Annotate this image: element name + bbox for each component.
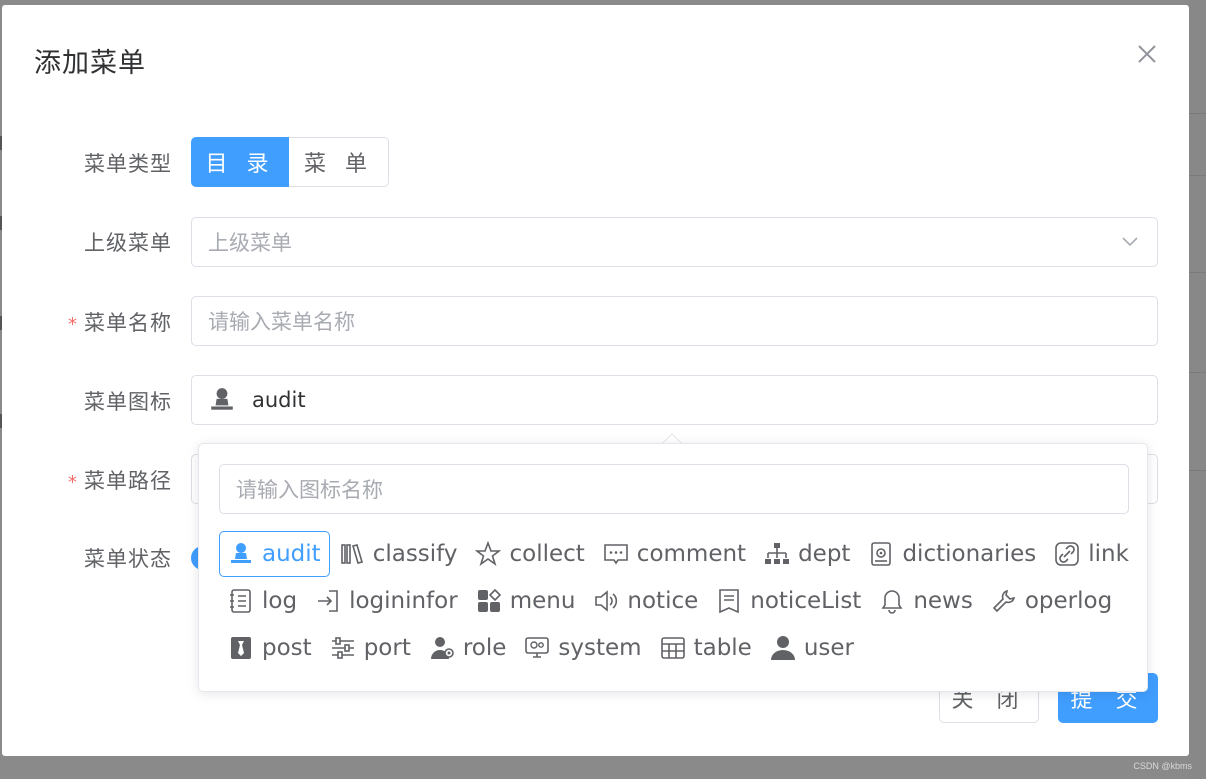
icon-option-system[interactable]: system	[515, 625, 650, 671]
icon-option-label: link	[1088, 540, 1129, 567]
menu-name-placeholder: 请输入菜单名称	[208, 310, 355, 334]
icon-option-table[interactable]: table	[651, 625, 761, 671]
menu-icon-input[interactable]: audit	[191, 375, 1158, 425]
menu-name-label: * 菜单名称	[68, 311, 172, 335]
icon-row: post port role system table user	[219, 624, 1129, 671]
icon-option-collect[interactable]: collect	[466, 531, 593, 577]
background-divider	[1189, 175, 1206, 176]
comment-icon	[603, 543, 628, 564]
menu-icon-label: 菜单图标	[84, 390, 172, 414]
background-page	[1189, 0, 1206, 779]
sliders-icon	[331, 636, 354, 659]
bell-icon	[881, 589, 903, 614]
org-chart-icon	[765, 542, 790, 564]
icon-row: log logininfor menu notice noticeList ne…	[219, 577, 1129, 624]
menu-icon	[477, 588, 501, 612]
classify-icon	[340, 543, 363, 564]
menu-path-label: * 菜单路径	[68, 469, 172, 493]
icon-grid: audit classify collect comment dept dict…	[219, 530, 1129, 671]
chevron-down-icon	[1122, 237, 1138, 247]
icon-option-post[interactable]: post	[219, 625, 321, 671]
icon-option-role[interactable]: role	[420, 625, 516, 671]
icon-option-log[interactable]: log	[219, 578, 306, 624]
icon-option-logininfor[interactable]: logininfor	[306, 578, 467, 624]
icon-option-label: notice	[627, 587, 699, 614]
icon-option-menu[interactable]: menu	[467, 578, 585, 624]
notice-list-icon	[719, 588, 740, 613]
icon-option-label: dept	[798, 540, 851, 567]
icon-option-notice[interactable]: notice	[584, 578, 707, 624]
login-icon	[318, 589, 338, 612]
parent-menu-label: 上级菜单	[84, 231, 172, 255]
dictionary-icon	[871, 541, 892, 566]
icon-option-label: collect	[509, 540, 585, 567]
icon-option-port[interactable]: port	[321, 625, 420, 671]
icon-option-classify[interactable]: classify	[330, 531, 467, 577]
menu-type-option-menu[interactable]: 菜 单	[289, 137, 389, 187]
icon-option-user[interactable]: user	[761, 625, 863, 671]
dialog-title: 添加菜单	[34, 48, 146, 79]
close-icon[interactable]	[1134, 41, 1160, 67]
icon-option-label: logininfor	[349, 587, 458, 614]
icon-option-link[interactable]: link	[1045, 531, 1138, 577]
menu-name-input[interactable]: 请输入菜单名称	[191, 296, 1158, 346]
speaker-icon	[595, 589, 618, 612]
icon-option-news[interactable]: news	[870, 578, 982, 624]
icon-option-label: menu	[509, 587, 576, 614]
menu-type-radio-group: 目 录 菜 单	[191, 137, 389, 187]
icon-option-audit[interactable]: audit	[219, 530, 330, 577]
icon-option-label: comment	[636, 540, 747, 567]
icon-option-label: user	[803, 634, 855, 661]
background-divider	[1189, 272, 1206, 273]
wrench-icon	[992, 589, 1015, 612]
system-monitor-icon	[525, 636, 550, 658]
icon-option-label: port	[363, 634, 411, 661]
menu-type-option-directory[interactable]: 目 录	[191, 137, 289, 187]
role-icon	[430, 636, 454, 659]
icon-option-label: news	[913, 587, 973, 614]
menu-icon-value: audit	[252, 388, 306, 412]
icon-option-label: table	[693, 634, 752, 661]
watermark: CSDN @kbms	[1133, 761, 1192, 771]
parent-menu-placeholder: 上级菜单	[208, 231, 292, 255]
background-divider	[1189, 372, 1206, 373]
icon-option-noticeList[interactable]: noticeList	[707, 578, 870, 624]
table-icon	[660, 636, 685, 659]
star-icon	[475, 540, 502, 566]
parent-menu-select[interactable]: 上级菜单	[191, 217, 1158, 267]
icon-option-label: noticeList	[750, 587, 862, 614]
icon-option-label: post	[262, 634, 312, 661]
menu-status-label: 菜单状态	[84, 547, 172, 571]
icon-option-label: classify	[372, 540, 458, 567]
icon-option-label: role	[462, 634, 507, 661]
icon-option-comment[interactable]: comment	[594, 531, 755, 577]
icon-option-operlog[interactable]: operlog	[982, 578, 1121, 624]
icon-option-dept[interactable]: dept	[755, 531, 859, 577]
icon-option-label: dictionaries	[902, 540, 1037, 567]
icon-search-input[interactable]: 请输入图标名称	[219, 464, 1129, 514]
icon-search-placeholder: 请输入图标名称	[236, 478, 383, 502]
icon-row: audit classify collect comment dept dict…	[219, 530, 1129, 577]
background-divider	[1189, 113, 1206, 114]
user-icon	[770, 635, 795, 660]
menu-type-label: 菜单类型	[84, 152, 172, 176]
icon-option-dictionaries[interactable]: dictionaries	[859, 531, 1045, 577]
icon-option-label: system	[558, 634, 642, 661]
icon-option-label: log	[262, 587, 298, 614]
log-icon	[230, 588, 251, 613]
background-divider	[1189, 470, 1206, 471]
link-icon	[1055, 541, 1080, 566]
post-icon	[231, 636, 251, 659]
icon-option-label: operlog	[1024, 587, 1113, 614]
audit-icon	[231, 542, 251, 563]
icon-option-label: audit	[262, 540, 321, 567]
audit-icon	[211, 388, 233, 410]
icon-picker-popover: 请输入图标名称 audit classify collect comment d…	[198, 443, 1148, 692]
